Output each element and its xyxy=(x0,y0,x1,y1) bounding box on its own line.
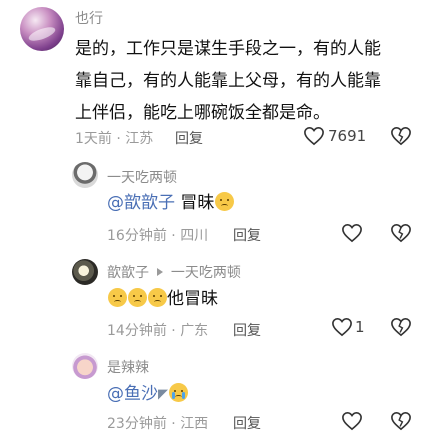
reply-location: 四川 xyxy=(180,228,209,244)
reply-location: 江西 xyxy=(180,416,209,432)
heart-outline-icon[interactable] xyxy=(331,317,353,337)
avatar[interactable] xyxy=(72,162,98,188)
crying-face-icon xyxy=(169,383,188,402)
reply-username-line: 歆歆子 一天吃两顿 xyxy=(107,262,241,282)
avatar[interactable] xyxy=(20,7,64,51)
comment-meta: 1天前 · 江苏 xyxy=(75,131,154,147)
reply-time: 14分钟前 xyxy=(107,323,167,339)
comment-text-line: 是的，工作只是谋生手段之一，有的人能 xyxy=(75,39,381,59)
comment-text-line: 上伴侣，能吃上哪碗饭全都是命。 xyxy=(75,103,330,123)
reply-text: 他冒昧 xyxy=(107,283,218,315)
reply-text-content: 冒昧 xyxy=(180,193,215,213)
heart-outline-icon[interactable] xyxy=(303,126,325,146)
reply-username[interactable]: 歆歆子 xyxy=(107,265,149,281)
comment-time: 1天前 xyxy=(75,131,112,147)
reply-button[interactable]: 回复 xyxy=(175,128,203,148)
avatar[interactable] xyxy=(72,353,98,379)
reply-meta: 23分钟前 · 江西 xyxy=(107,416,209,432)
worried-face-icon xyxy=(128,288,147,307)
mention-link[interactable]: @鱼沙 xyxy=(107,384,158,404)
comment-location: 江苏 xyxy=(125,131,154,147)
reply-time: 23分钟前 xyxy=(107,416,167,432)
like-count: 7691 xyxy=(328,127,367,145)
heart-outline-icon[interactable] xyxy=(341,223,363,243)
caret-right-icon xyxy=(157,268,164,276)
reply-location: 广东 xyxy=(180,323,209,339)
avatar[interactable] xyxy=(72,259,98,285)
reply-time: 16分钟前 xyxy=(107,228,167,244)
broken-heart-outline-icon[interactable] xyxy=(390,317,412,337)
reply-text: @歆歆子 冒昧 xyxy=(107,187,235,219)
worried-face-icon xyxy=(108,288,127,307)
reply-button[interactable]: 回复 xyxy=(233,320,261,340)
broken-heart-outline-icon[interactable] xyxy=(390,411,412,431)
broken-heart-outline-icon[interactable] xyxy=(390,126,412,146)
reply-meta: 14分钟前 · 广东 xyxy=(107,323,209,339)
heart-outline-icon[interactable] xyxy=(341,411,363,431)
comment-text-line: 靠自己，有的人能靠上父母，有的人能靠 xyxy=(75,71,381,91)
reply-username[interactable]: 一天吃两顿 xyxy=(107,167,177,187)
reply-text: @鱼沙◤ xyxy=(107,378,188,411)
reply-username[interactable]: 是辣辣 xyxy=(107,357,149,377)
reply-button[interactable]: 回复 xyxy=(233,413,261,433)
like-count: 1 xyxy=(355,318,365,336)
comment-text: 是的，工作只是谋生手段之一，有的人能 靠自己，有的人能靠上父母，有的人能靠 上伴… xyxy=(75,33,381,129)
shark-icon: ◤ xyxy=(158,387,168,402)
mention-link[interactable]: @歆歆子 xyxy=(107,193,175,213)
broken-heart-outline-icon[interactable] xyxy=(390,223,412,243)
reply-text-content: 他冒昧 xyxy=(167,289,218,309)
comment-username[interactable]: 也行 xyxy=(75,8,103,28)
worried-face-icon xyxy=(215,192,235,211)
worried-face-icon xyxy=(148,288,167,307)
reply-button[interactable]: 回复 xyxy=(233,225,261,245)
reply-meta: 16分钟前 · 四川 xyxy=(107,228,209,244)
reply-to-username[interactable]: 一天吃两顿 xyxy=(171,265,241,281)
